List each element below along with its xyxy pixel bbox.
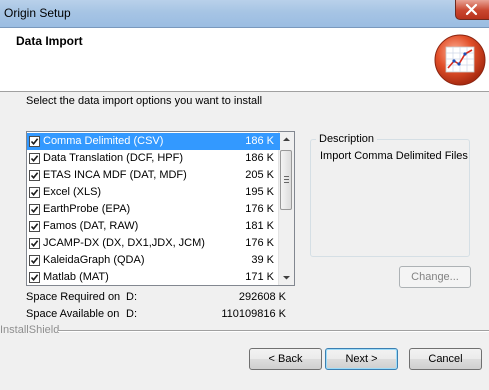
item-size: 171 K [245, 271, 274, 283]
space-required-label: Space Required on [26, 291, 121, 303]
list-item[interactable]: Famos (DAT, RAW) 181 K [27, 218, 280, 235]
item-checkbox[interactable] [29, 255, 40, 266]
list-item[interactable]: KaleidaGraph (QDA) 39 K [27, 252, 280, 269]
item-name: Famos (DAT, RAW) [43, 220, 139, 232]
graph-logo-icon [434, 34, 486, 86]
scroll-up-button[interactable] [279, 132, 294, 147]
header-panel: Data Import [0, 28, 489, 92]
check-icon [30, 257, 39, 265]
item-name: Matlab (MAT) [43, 271, 109, 283]
check-icon [30, 240, 39, 248]
title-bar[interactable]: Origin Setup [0, 0, 489, 28]
scroll-thumb[interactable] [280, 150, 292, 210]
check-icon [30, 155, 39, 163]
item-name: EarthProbe (EPA) [43, 203, 131, 215]
back-button[interactable]: < Back [249, 348, 322, 370]
next-button[interactable]: Next > [325, 348, 398, 370]
installshield-label: InstallShield [0, 324, 60, 336]
space-required-row: Space Required on [26, 291, 120, 303]
list-item[interactable]: Excel (XLS) 195 K [27, 184, 280, 201]
space-required-value: 292608 K [238, 291, 286, 303]
cancel-button[interactable]: Cancel [409, 348, 482, 370]
list-item[interactable]: EarthProbe (EPA) 176 K [27, 201, 280, 218]
space-available-label: Space Available on [26, 308, 120, 320]
arrow-down-icon [283, 276, 290, 280]
check-icon [30, 274, 39, 282]
description-label: Description [316, 133, 378, 145]
description-text: Import Comma Delimited Files [320, 150, 468, 162]
item-name: JCAMP-DX (DX, DX1,JDX, JCM) [43, 237, 205, 249]
instruction-text: Select the data import options you want … [26, 95, 263, 107]
list-item[interactable]: ETAS INCA MDF (DAT, MDF) 205 K [27, 167, 280, 184]
space-available-row: Space Available on [26, 308, 119, 320]
change-button[interactable]: Change... [399, 266, 471, 288]
item-size: 186 K [245, 135, 274, 147]
import-options-list[interactable]: Comma Delimited (CSV) 186 K Data Translati… [26, 131, 295, 286]
item-size: 186 K [245, 152, 274, 164]
item-size: 195 K [245, 186, 274, 198]
item-size: 181 K [245, 220, 274, 232]
item-name: Excel (XLS) [43, 186, 102, 198]
list-item[interactable]: Comma Delimited (CSV) 186 K [27, 133, 280, 150]
close-icon [465, 3, 478, 16]
item-size: 39 K [251, 254, 274, 266]
item-checkbox[interactable] [29, 153, 40, 164]
item-name: Comma Delimited (CSV) [43, 135, 164, 147]
check-icon [30, 206, 39, 214]
check-icon [30, 138, 39, 146]
item-checkbox[interactable] [29, 136, 40, 147]
close-button[interactable] [455, 0, 489, 20]
item-checkbox[interactable] [29, 204, 40, 215]
item-name: ETAS INCA MDF (DAT, MDF) [43, 169, 187, 181]
item-checkbox[interactable] [29, 170, 40, 181]
item-size: 205 K [245, 169, 274, 181]
item-size: 176 K [245, 203, 274, 215]
list-item[interactable]: Data Translation (DCF, HPF) 186 K [27, 150, 280, 167]
space-available-value: 110109816 K [221, 308, 286, 320]
item-checkbox[interactable] [29, 187, 40, 198]
check-icon [30, 223, 39, 231]
item-size: 176 K [245, 237, 274, 249]
item-checkbox[interactable] [29, 238, 40, 249]
footer-divider [58, 330, 489, 332]
item-checkbox[interactable] [29, 272, 40, 283]
arrow-up-icon [283, 137, 290, 141]
list-scrollbar[interactable] [278, 132, 294, 285]
list-item[interactable]: Matlab (MAT) 171 K [27, 269, 280, 285]
space-available-drive: D: [126, 308, 137, 320]
scroll-down-button[interactable] [279, 270, 294, 285]
check-icon [30, 172, 39, 180]
item-name: Data Translation (DCF, HPF) [43, 152, 183, 164]
page-title: Data Import [16, 34, 83, 48]
item-name: KaleidaGraph (QDA) [43, 254, 145, 266]
space-required-drive: D: [126, 291, 137, 303]
item-checkbox[interactable] [29, 221, 40, 232]
check-icon [30, 189, 39, 197]
window-title: Origin Setup [4, 6, 71, 20]
list-item[interactable]: JCAMP-DX (DX, DX1,JDX, JCM) 176 K [27, 235, 280, 252]
